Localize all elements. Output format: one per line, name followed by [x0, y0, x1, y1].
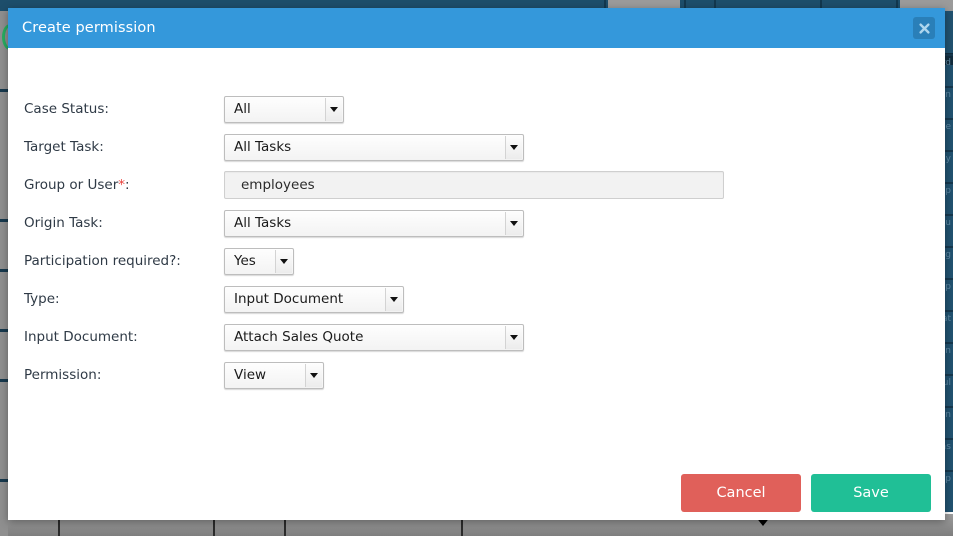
- rail-tick: [0, 219, 8, 222]
- chevron-down-icon: [305, 363, 322, 387]
- chevron-down-icon: [505, 325, 522, 349]
- select-case-status-value: All: [234, 101, 251, 117]
- select-target-task[interactable]: All Tasks: [224, 133, 524, 161]
- chevron-down-icon: [275, 249, 292, 273]
- rail-tick: [0, 329, 8, 332]
- form-row-input-document: Input Document: Attach Sales Quote: [8, 318, 945, 356]
- rail-tick: [0, 479, 8, 482]
- group-or-user-input-value: employees: [241, 177, 315, 193]
- form-row-type: Type: Input Document: [8, 280, 945, 318]
- label-target-task: Target Task:: [24, 139, 104, 155]
- chevron-down-icon: [505, 135, 522, 159]
- select-participation-required[interactable]: Yes: [224, 247, 294, 275]
- label-permission: Permission:: [24, 367, 102, 383]
- form-row-origin-task: Origin Task: All Tasks: [8, 204, 945, 242]
- select-type-value: Input Document: [234, 291, 344, 307]
- select-origin-task-value: All Tasks: [234, 215, 292, 231]
- label-group-or-user: Group or User*:: [24, 177, 130, 193]
- label-participation-required: Participation required?:: [24, 253, 181, 269]
- required-asterisk: *: [118, 177, 126, 193]
- create-permission-dialog: Create permission Case Status: All Targe…: [8, 8, 945, 520]
- rail-tick: [0, 89, 8, 92]
- label-case-status: Case Status:: [24, 101, 109, 117]
- screen: rd an e y p u ig ep at en ul en as up Cr…: [0, 0, 953, 536]
- cancel-button[interactable]: Cancel: [681, 473, 801, 512]
- form-row-participation-required: Participation required?: Yes: [8, 242, 945, 280]
- panel-row-label: e: [945, 122, 951, 132]
- save-button[interactable]: Save: [811, 473, 931, 512]
- select-target-task-value: All Tasks: [234, 139, 292, 155]
- label-origin-task: Origin Task:: [24, 215, 103, 231]
- label-input-document: Input Document:: [24, 329, 138, 345]
- label-group-or-user-text: Group or User: [24, 177, 119, 193]
- rail-tick: [0, 379, 8, 382]
- rail-tick: [0, 269, 8, 272]
- dialog-header: Create permission: [8, 8, 945, 48]
- select-type[interactable]: Input Document: [224, 285, 404, 313]
- select-origin-task[interactable]: All Tasks: [224, 209, 524, 237]
- chevron-down-icon: [385, 287, 402, 311]
- dialog-title: Create permission: [22, 20, 156, 36]
- group-or-user-input[interactable]: employees: [224, 171, 724, 199]
- background-left-rail: [0, 11, 8, 536]
- dialog-body: Case Status: All Target Task: All Tasks …: [8, 48, 945, 505]
- chevron-down-icon: [505, 211, 522, 235]
- select-case-status[interactable]: All: [224, 95, 344, 123]
- form-row-permission: Permission: View: [8, 356, 945, 394]
- chevron-down-icon: [325, 97, 342, 121]
- dialog-footer: Cancel Save: [8, 465, 945, 520]
- panel-row-label: u: [945, 218, 951, 228]
- select-permission[interactable]: View: [224, 361, 324, 389]
- form-row-target-task: Target Task: All Tasks: [8, 128, 945, 166]
- select-participation-required-value: Yes: [234, 253, 256, 269]
- form-row-group-or-user: Group or User*: employees: [8, 166, 945, 204]
- form-row-case-status: Case Status: All: [8, 90, 945, 128]
- select-input-document-value: Attach Sales Quote: [234, 329, 364, 345]
- label-type: Type:: [24, 291, 60, 307]
- close-icon[interactable]: [913, 17, 935, 39]
- panel-row-label: y: [945, 154, 951, 164]
- panel-row-label: p: [945, 186, 951, 196]
- select-permission-value: View: [234, 367, 267, 383]
- select-input-document[interactable]: Attach Sales Quote: [224, 323, 524, 351]
